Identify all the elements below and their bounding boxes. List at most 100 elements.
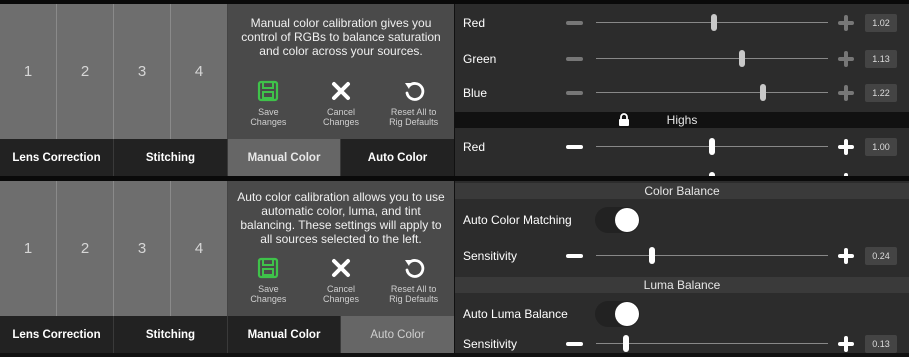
save-changes-button[interactable]: Save Changes <box>233 257 303 304</box>
info-description: Auto color calibration allows you to use… <box>237 190 445 246</box>
slider-thumb[interactable] <box>623 335 630 352</box>
tab-lens-correction[interactable]: Lens Correction <box>0 139 114 176</box>
reset-defaults-label: Reset All to Rig Defaults <box>389 284 439 304</box>
tab-auto-color[interactable]: Auto Color <box>341 139 454 176</box>
slider-row-green: Green 1.13 <box>455 42 909 76</box>
slider-row-red: Red 1.02 <box>455 6 909 40</box>
decrease-button[interactable] <box>566 21 583 25</box>
slider-thumb[interactable] <box>711 14 718 31</box>
slider-label: Green <box>463 52 497 66</box>
increase-button[interactable] <box>838 139 854 155</box>
increase-button[interactable] <box>838 51 854 67</box>
slider-value: 1.22 <box>865 84 897 102</box>
source-tile-2[interactable]: 2 <box>57 181 114 316</box>
mode-tabs: Lens Correction Stitching Manual Color A… <box>0 139 454 176</box>
action-bar: Save Changes Cancel Changes Reset All to… <box>228 80 454 127</box>
manual-color-panel: 1 2 3 4 Manual color calibration gives y… <box>0 4 909 176</box>
source-tile-1[interactable]: 1 <box>0 4 57 139</box>
auto-color-settings: Color Balance Auto Color Matching Sensit… <box>455 181 909 353</box>
auto-color-panel: 1 2 3 4 Auto color calibration allows yo… <box>0 181 909 353</box>
info-panel: Manual color calibration gives you contr… <box>228 4 454 139</box>
tab-manual-color[interactable]: Manual Color <box>228 139 341 176</box>
slider-value: 1.00 <box>865 138 897 156</box>
save-icon <box>258 257 279 279</box>
source-tile-3[interactable]: 3 <box>114 181 171 316</box>
section-color-balance: Color Balance <box>455 183 909 199</box>
reset-defaults-button[interactable]: Reset All to Rig Defaults <box>379 80 449 127</box>
source-tile-4[interactable]: 4 <box>171 181 228 316</box>
slider-track[interactable] <box>596 343 828 344</box>
close-icon <box>331 82 350 100</box>
info-panel: Auto color calibration allows you to use… <box>228 181 454 316</box>
slider-label: Sensitivity <box>463 337 518 351</box>
info-description: Manual color calibration gives you contr… <box>241 16 441 58</box>
source-tile-2[interactable]: 2 <box>57 4 114 139</box>
slider-label: Sensitivity <box>463 249 518 263</box>
section-title: Color Balance <box>644 184 720 198</box>
auto-color-matching-toggle[interactable] <box>595 207 640 233</box>
close-icon <box>331 259 350 277</box>
toggle-label: Auto Color Matching <box>463 213 572 227</box>
slider-thumb[interactable] <box>760 84 767 101</box>
slider-track[interactable] <box>596 92 828 93</box>
cancel-changes-button[interactable]: Cancel Changes <box>306 80 376 127</box>
decrease-button[interactable] <box>566 91 583 95</box>
undo-icon <box>404 259 424 278</box>
slider-label: Red <box>463 16 486 30</box>
save-icon <box>258 80 279 102</box>
slider-value: 0.13 <box>865 335 897 353</box>
increase-button[interactable] <box>838 336 854 352</box>
save-changes-button[interactable]: Save Changes <box>233 80 303 127</box>
increase-button[interactable] <box>838 15 854 31</box>
slider-track[interactable] <box>596 58 828 59</box>
tab-lens-correction[interactable]: Lens Correction <box>0 316 114 353</box>
save-changes-label: Save Changes <box>250 107 287 127</box>
decrease-button[interactable] <box>566 254 583 258</box>
section-highs: Highs <box>455 112 909 128</box>
slider-row-partial <box>455 164 909 176</box>
slider-label: Red <box>463 140 486 154</box>
increase-button[interactable] <box>838 85 854 101</box>
source-grid: 1 2 3 4 <box>0 4 228 139</box>
source-tile-3[interactable]: 3 <box>114 4 171 139</box>
tab-stitching[interactable]: Stitching <box>114 316 228 353</box>
cancel-changes-label: Cancel Changes <box>322 107 359 127</box>
action-bar: Save Changes Cancel Changes Reset All to… <box>228 257 454 304</box>
slider-value: 1.13 <box>865 50 897 68</box>
tab-auto-color[interactable]: Auto Color <box>341 316 454 353</box>
decrease-button[interactable] <box>566 342 583 346</box>
slider-thumb[interactable] <box>709 138 715 155</box>
reset-defaults-label: Reset All to Rig Defaults <box>389 107 439 127</box>
lock-icon <box>619 113 629 126</box>
source-tile-1[interactable]: 1 <box>0 181 57 316</box>
manual-color-settings: Red 1.02 Green 1.13 Blue 1.22 Highs Red … <box>455 4 909 176</box>
toggle-knob <box>615 302 639 326</box>
section-title: Highs <box>666 113 698 127</box>
luma-sensitivity-row: Sensitivity 0.13 <box>455 327 909 353</box>
increase-button[interactable] <box>838 248 854 264</box>
slider-row-highs-red: Red 1.00 <box>455 130 909 164</box>
reset-defaults-button[interactable]: Reset All to Rig Defaults <box>379 257 449 304</box>
section-title: Luma Balance <box>643 278 721 292</box>
section-luma-balance: Luma Balance <box>455 277 909 293</box>
save-changes-label: Save Changes <box>250 284 287 304</box>
color-sensitivity-row: Sensitivity 0.24 <box>455 239 909 273</box>
mode-tabs: Lens Correction Stitching Manual Color A… <box>0 316 454 353</box>
slider-thumb[interactable] <box>648 247 655 264</box>
source-tile-4[interactable]: 4 <box>171 4 228 139</box>
auto-color-matching-row: Auto Color Matching <box>455 201 909 239</box>
decrease-button[interactable] <box>566 57 583 61</box>
decrease-button[interactable] <box>566 145 583 149</box>
toggle-knob <box>615 208 639 232</box>
cancel-changes-label: Cancel Changes <box>322 284 359 304</box>
source-grid: 1 2 3 4 <box>0 181 228 316</box>
slider-track[interactable] <box>596 255 828 256</box>
cancel-changes-button[interactable]: Cancel Changes <box>306 257 376 304</box>
slider-value: 1.02 <box>865 14 897 32</box>
slider-value: 0.24 <box>865 247 897 265</box>
auto-luma-balance-toggle[interactable] <box>595 301 640 327</box>
slider-row-blue: Blue 1.22 <box>455 76 909 110</box>
tab-manual-color[interactable]: Manual Color <box>228 316 341 353</box>
tab-stitching[interactable]: Stitching <box>114 139 228 176</box>
slider-thumb[interactable] <box>739 50 746 67</box>
